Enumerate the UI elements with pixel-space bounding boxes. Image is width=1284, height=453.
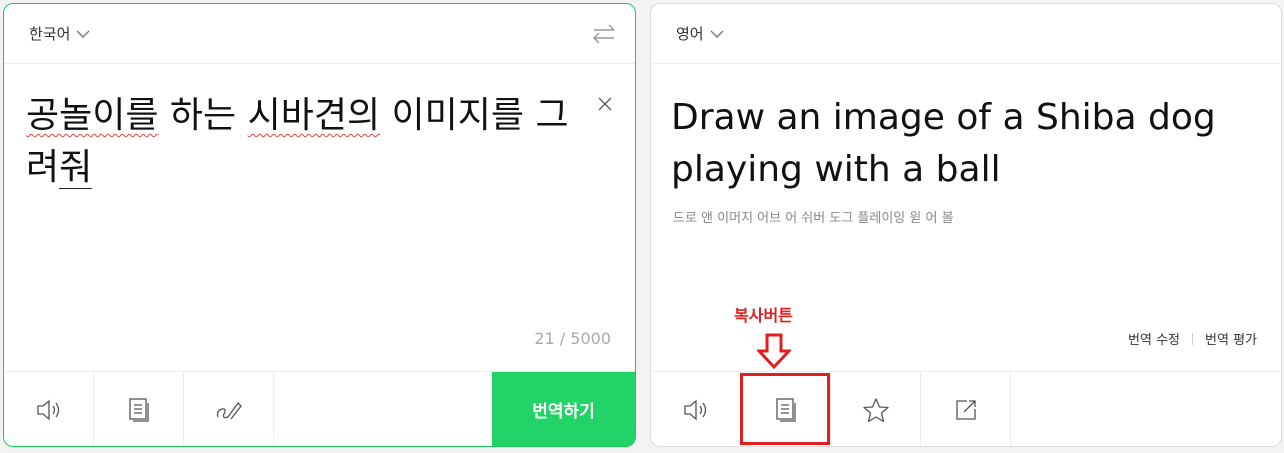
target-language-label: 영어 <box>676 25 704 43</box>
share-button[interactable] <box>921 372 1011 446</box>
speaker-icon <box>683 399 706 420</box>
handwriting-button[interactable] <box>184 372 274 446</box>
down-arrow-icon <box>757 333 791 369</box>
rate-translation-link[interactable]: 번역 평가 <box>1205 329 1257 348</box>
target-header: 영어 <box>651 4 1281 64</box>
source-language-label: 한국어 <box>29 25 71 43</box>
source-text-input[interactable]: 공놀이를 하는 시바견의 이미지를 그려줘 <box>26 90 586 194</box>
copy-icon <box>128 397 149 422</box>
star-icon <box>862 397 889 422</box>
target-listen-button[interactable] <box>651 372 741 446</box>
divider <box>1192 332 1194 345</box>
source-panel: 한국어 공놀이를 하는 시바견의 이미지를 그려줘 21 / 5000 번역하기 <box>3 3 636 447</box>
source-word: 공놀이를 <box>26 95 159 136</box>
handwriting-icon <box>216 401 242 419</box>
speaker-icon <box>36 399 59 420</box>
translated-text: Draw an image of a Shiba dog playing wit… <box>671 97 1216 190</box>
swap-languages-icon[interactable] <box>591 22 617 46</box>
favorite-button[interactable] <box>831 372 921 446</box>
pronunciation-text: 드로 앤 이머지 어브 어 쉬버 도그 플레이잉 윋 어 볼 <box>673 211 954 226</box>
annotation-label: 복사버튼 <box>734 306 793 325</box>
source-listen-button[interactable] <box>4 372 94 446</box>
edit-links: 번역 수정 번역 평가 <box>1128 329 1257 348</box>
clear-text-icon[interactable] <box>597 96 613 112</box>
copy-button-highlight <box>740 373 830 445</box>
chevron-down-icon <box>710 30 724 38</box>
source-toolbar: 번역하기 <box>4 371 635 446</box>
source-header: 한국어 <box>4 4 635 64</box>
share-icon <box>955 399 976 420</box>
translate-button[interactable]: 번역하기 <box>492 372 635 446</box>
source-word: 하는 <box>158 95 248 136</box>
target-language-select[interactable]: 영어 <box>676 23 724 44</box>
edit-translation-link[interactable]: 번역 수정 <box>1128 329 1180 348</box>
source-language-select[interactable]: 한국어 <box>29 23 90 44</box>
source-copy-button[interactable] <box>94 372 184 446</box>
source-composing-char: 줘 <box>59 147 93 189</box>
char-count: 21 / 5000 <box>534 329 611 348</box>
chevron-down-icon <box>76 30 90 38</box>
source-word: 시바견의 <box>247 95 381 136</box>
